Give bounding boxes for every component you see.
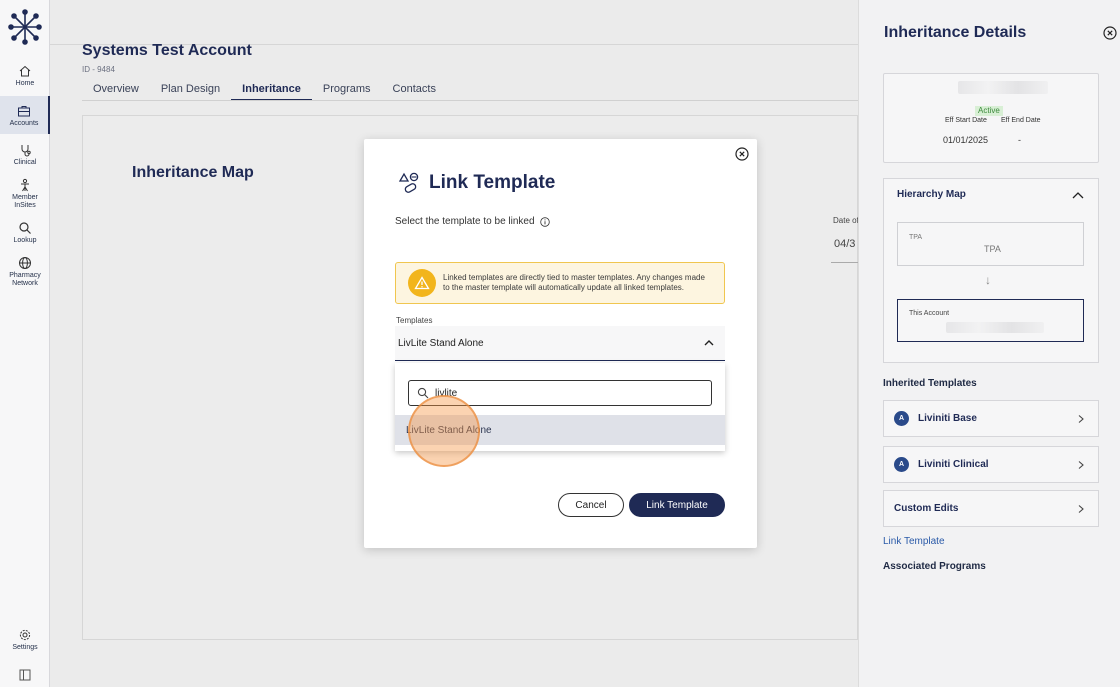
modal-subtitle: Select the template to be linked: [395, 216, 550, 227]
inherited-templates-title: Inherited Templates: [883, 378, 977, 389]
home-icon: [19, 65, 31, 77]
status-badge: Active: [975, 106, 1003, 116]
close-icon[interactable]: [1103, 26, 1117, 40]
templates-select-value: LivLite Stand Alone: [398, 337, 484, 349]
nav-member-insites[interactable]: Member InSites: [0, 178, 50, 210]
shapes-icon: [398, 172, 419, 193]
template-card-liviniti-clinical[interactable]: A Liviniti Clinical: [883, 446, 1099, 483]
stethoscope-icon: [21, 145, 31, 157]
chevron-right-icon: [1078, 460, 1084, 469]
search-icon: [417, 387, 429, 399]
nav-label: Home: [15, 80, 35, 87]
tab-inheritance[interactable]: Inheritance: [231, 78, 312, 101]
templates-select[interactable]: LivLite Stand Alone: [395, 326, 725, 361]
warning-banner: Linked templates are directly tied to ma…: [395, 262, 725, 304]
tpa-node-label: TPA: [909, 234, 923, 241]
account-title: Systems Test Account: [82, 42, 252, 59]
nav-lookup[interactable]: Lookup: [0, 221, 50, 245]
redacted-account-node-name: [946, 322, 1044, 333]
associated-programs-title: Associated Programs: [883, 561, 986, 572]
chevron-up-icon[interactable]: [1071, 189, 1085, 201]
chevron-right-icon: [1078, 504, 1084, 513]
nav-pharmacy-network[interactable]: Pharmacy Network: [0, 256, 50, 288]
tpa-node-name: TPA: [984, 244, 1001, 254]
close-icon[interactable]: [735, 147, 749, 161]
top-bar: [50, 0, 858, 45]
nav-label: Lookup: [13, 237, 37, 244]
nav-clinical[interactable]: Clinical: [0, 143, 50, 167]
dropdown-search-input[interactable]: [435, 387, 685, 399]
person-icon: [21, 178, 29, 192]
eff-start-label: Eff Start Date: [945, 117, 987, 124]
template-card-liviniti-base[interactable]: A Liviniti Base: [883, 400, 1099, 437]
nav-label: Clinical: [13, 159, 37, 166]
chevron-up-icon: [704, 340, 714, 346]
tabs-divider: [82, 100, 858, 101]
account-tabs: Overview Plan Design Inheritance Program…: [82, 78, 447, 101]
nav-label: Member InSites: [12, 194, 38, 209]
nav-accounts[interactable]: Accounts: [0, 96, 50, 134]
tab-contacts[interactable]: Contacts: [382, 78, 447, 101]
account-id: ID - 9484: [82, 65, 115, 74]
date-value: 04/3: [834, 238, 856, 250]
nav-label: Pharmacy Network: [9, 272, 41, 287]
globe-icon: [19, 257, 31, 269]
eff-start-value: 01/01/2025: [943, 135, 989, 145]
nav-label: Settings: [12, 644, 38, 651]
this-account-node: [897, 299, 1084, 342]
tab-overview[interactable]: Overview: [82, 78, 150, 101]
warning-text: Linked templates are directly tied to ma…: [443, 273, 705, 292]
tab-programs[interactable]: Programs: [312, 78, 382, 101]
date-underline: [831, 262, 858, 263]
info-icon[interactable]: [539, 216, 550, 227]
logo-icon[interactable]: [8, 8, 42, 46]
tab-plan-design[interactable]: Plan Design: [150, 78, 231, 101]
search-icon: [19, 222, 31, 234]
custom-edits-card[interactable]: Custom Edits: [883, 490, 1099, 527]
modal-title: Link Template: [429, 172, 556, 193]
template-name: Liviniti Base: [918, 413, 977, 424]
gear-icon: [19, 629, 31, 641]
link-template-link[interactable]: Link Template: [883, 536, 945, 547]
hierarchy-map-title: Hierarchy Map: [897, 189, 966, 200]
modal-subtitle-text: Select the template to be linked: [395, 216, 535, 227]
eff-end-value: -: [1018, 135, 1021, 145]
nav-rail: Home Accounts Clinical Member InSites Lo…: [0, 0, 50, 687]
nav-label: Accounts: [9, 120, 39, 127]
click-indicator: [408, 395, 480, 467]
chevron-right-icon: [1078, 414, 1084, 423]
hierarchy-arrow: ↓: [985, 273, 991, 287]
inheritance-map-title: Inheritance Map: [132, 164, 254, 181]
this-account-label: This Account: [909, 310, 950, 317]
link-template-button[interactable]: Link Template: [629, 493, 725, 517]
collapse-icon: [19, 669, 31, 681]
redacted-account-name: [958, 81, 1048, 94]
custom-edits-label: Custom Edits: [894, 503, 959, 514]
link-template-modal: Link Template Select the template to be …: [364, 139, 757, 548]
warning-icon: [408, 269, 436, 297]
briefcase-icon: [18, 106, 30, 117]
cancel-button[interactable]: Cancel: [558, 493, 624, 517]
collapse-rail-button[interactable]: [0, 668, 50, 684]
panel-title: Inheritance Details: [884, 24, 1027, 41]
date-label: Date of: [833, 216, 858, 225]
templates-label: Templates: [396, 316, 433, 325]
template-badge: A: [894, 457, 909, 472]
nav-home[interactable]: Home: [0, 64, 50, 88]
nav-settings[interactable]: Settings: [0, 628, 50, 652]
eff-end-label: Eff End Date: [1001, 117, 1041, 124]
template-badge: A: [894, 411, 909, 426]
template-name: Liviniti Clinical: [918, 459, 989, 470]
